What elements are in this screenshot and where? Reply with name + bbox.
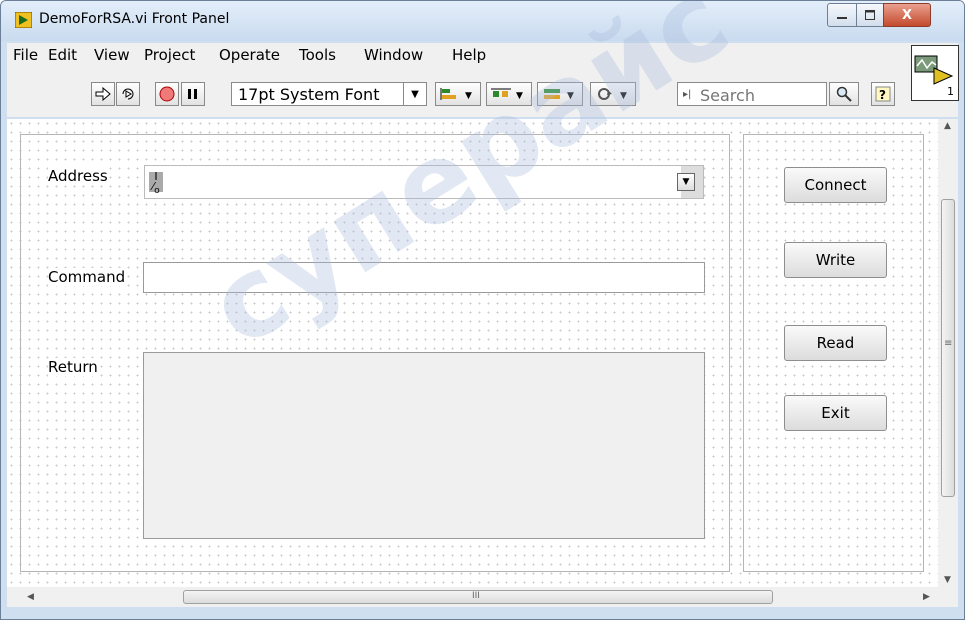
menu-project[interactable]: Project xyxy=(144,46,195,64)
horizontal-grip: III xyxy=(472,591,480,601)
return-label: Return xyxy=(48,358,98,376)
address-dropdown-button[interactable]: ▼ xyxy=(677,173,695,191)
read-button[interactable]: Read xyxy=(784,325,887,361)
address-resource-control[interactable]: I ⁄o ▼ xyxy=(144,165,704,199)
run-button[interactable] xyxy=(91,82,115,106)
context-help-button[interactable]: ? xyxy=(871,82,895,106)
vertical-grip: ≡ xyxy=(944,338,953,349)
align-objects-button[interactable]: ▼ xyxy=(435,82,481,106)
menu-help[interactable]: Help xyxy=(452,46,486,64)
pause-button[interactable] xyxy=(181,82,205,106)
search-button[interactable] xyxy=(829,82,859,106)
abort-button[interactable] xyxy=(155,82,179,106)
distribute-objects-button[interactable]: ▼ xyxy=(486,82,532,106)
svg-text:▼: ▼ xyxy=(465,91,472,101)
search-input[interactable] xyxy=(698,85,802,106)
vi-connector-icon[interactable]: 1 xyxy=(911,45,959,101)
distribute-objects-icon: ▼ xyxy=(491,88,523,101)
horizontal-scroll-thumb[interactable]: III xyxy=(183,590,773,604)
connect-button[interactable]: Connect xyxy=(784,167,887,203)
close-icon: X xyxy=(901,7,913,23)
pause-icon xyxy=(188,89,197,99)
menu-tools[interactable]: Tools xyxy=(299,46,336,64)
reorder-button[interactable]: ▼ xyxy=(590,82,636,106)
menu-window[interactable]: Window xyxy=(364,46,423,64)
maximize-button[interactable] xyxy=(856,3,884,27)
io-resource-icon: I ⁄o xyxy=(149,171,163,196)
align-objects-icon: ▼ xyxy=(440,88,472,101)
resize-objects-button[interactable]: ▼ xyxy=(537,82,583,106)
svg-text:▼: ▼ xyxy=(516,91,523,101)
menu-bar: File Edit View Project Operate Tools Win… xyxy=(7,43,958,65)
run-continuously-icon xyxy=(122,88,134,100)
svg-text:?: ? xyxy=(879,88,886,102)
scroll-left-icon[interactable]: ◀ xyxy=(27,592,34,602)
menu-view[interactable]: View xyxy=(94,46,130,64)
reorder-icon: ▼ xyxy=(598,88,627,101)
search-box[interactable]: ▸| xyxy=(677,82,827,106)
run-continuously-button[interactable] xyxy=(116,82,140,106)
vertical-scroll-thumb[interactable]: ≡ xyxy=(941,199,955,497)
font-select-value: 17pt System Font xyxy=(238,85,380,104)
svg-text:▼: ▼ xyxy=(567,91,574,101)
command-label: Command xyxy=(48,268,126,286)
scroll-down-icon[interactable]: ▼ xyxy=(944,575,951,585)
write-button[interactable]: Write xyxy=(784,242,887,278)
menu-edit[interactable]: Edit xyxy=(48,46,77,64)
exit-button[interactable]: Exit xyxy=(784,395,887,431)
minimize-icon xyxy=(837,17,847,19)
title-bar: DemoForRSA.vi Front Panel X xyxy=(1,1,964,41)
address-label: Address xyxy=(48,167,108,185)
window-title: DemoForRSA.vi Front Panel xyxy=(39,11,230,27)
vi-icon-number: 1 xyxy=(947,85,954,98)
chevron-down-icon: ▼ xyxy=(403,83,426,105)
stop-icon xyxy=(159,86,175,102)
svg-text:▼: ▼ xyxy=(620,91,627,101)
toolbar: 17pt System Font ▼ ▼ ▼ ▼ ▼ ▸| ? xyxy=(7,65,958,117)
menu-file[interactable]: File xyxy=(13,46,38,64)
return-indicator xyxy=(143,352,705,539)
resize-objects-icon: ▼ xyxy=(544,89,574,101)
scroll-up-icon[interactable]: ▲ xyxy=(944,121,951,131)
command-input[interactable] xyxy=(143,262,705,293)
minimize-button[interactable] xyxy=(827,3,857,27)
maximize-icon xyxy=(865,10,875,20)
scroll-right-icon[interactable]: ▶ xyxy=(923,592,930,602)
run-arrow-icon xyxy=(95,87,111,101)
labview-vi-icon xyxy=(15,12,32,28)
front-panel-window: DemoForRSA.vi Front Panel X File Edit Vi… xyxy=(0,0,965,620)
horizontal-scrollbar[interactable]: ◀ III ▶ xyxy=(7,587,958,607)
menu-operate[interactable]: Operate xyxy=(219,46,280,64)
vertical-scrollbar[interactable]: ▲ ≡ ▼ xyxy=(938,119,958,587)
search-icon xyxy=(836,86,852,102)
front-panel: Address I ⁄o ▼ Command Return Connect Wri… xyxy=(7,1,938,587)
help-icon: ? xyxy=(875,86,891,102)
close-button[interactable]: X xyxy=(883,3,931,27)
font-select[interactable]: 17pt System Font ▼ xyxy=(231,82,427,106)
search-expand-icon: ▸| xyxy=(683,89,692,100)
address-input[interactable]: I ⁄o xyxy=(145,166,681,198)
